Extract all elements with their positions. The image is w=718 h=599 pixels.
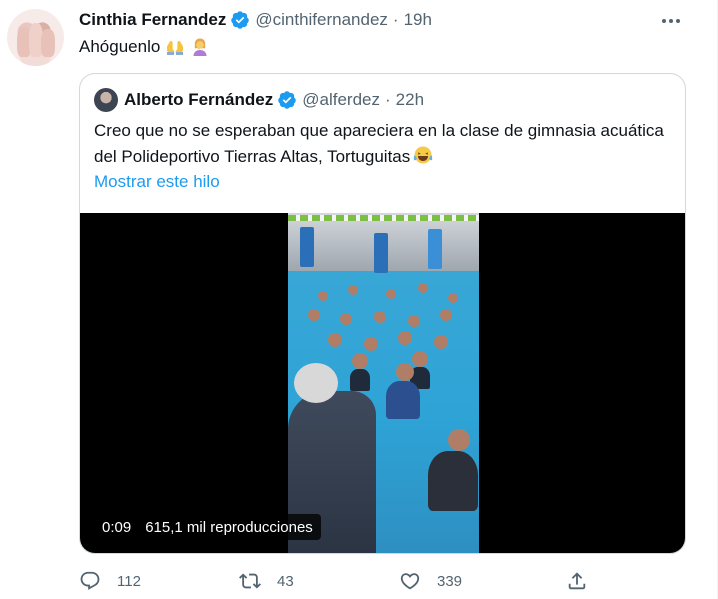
quote-author-name[interactable]: Alberto Fernández xyxy=(124,90,273,110)
share-button[interactable] xyxy=(566,567,604,595)
video-info-badge: 0:09 615,1 mil reproducciones xyxy=(94,514,321,540)
avatar[interactable] xyxy=(7,9,64,66)
video-elapsed: 0:09 xyxy=(102,518,132,536)
quote-text: Creo que no se esperaban que apareciera … xyxy=(94,118,674,170)
reply-icon xyxy=(80,571,100,590)
folded-hands-emoji-icon xyxy=(167,41,184,55)
like-count: 339 xyxy=(437,572,463,590)
quote-text-content: Creo que no se esperaban que apareciera … xyxy=(94,121,664,166)
verified-badge-icon xyxy=(231,11,250,29)
face-with-tears-of-joy-emoji-icon xyxy=(414,146,433,164)
separator: · xyxy=(385,90,391,109)
like-button[interactable]: 339 xyxy=(399,567,462,595)
author-name[interactable]: Cinthia Fernandez xyxy=(79,10,226,30)
tweet-header: Cinthia Fernandez @cinthifernandez · 19h xyxy=(79,9,432,31)
tweet[interactable]: Cinthia Fernandez @cinthifernandez · 19h… xyxy=(0,0,718,599)
woman-facepalming-emoji-icon xyxy=(193,38,207,56)
quote-header: Alberto Fernández @alferdez · 22h xyxy=(94,88,424,112)
show-thread-link[interactable]: Mostrar este hilo xyxy=(94,172,220,192)
video-player[interactable]: 0:09 615,1 mil reproducciones xyxy=(80,213,685,553)
retweet-icon xyxy=(239,573,261,589)
video-frame xyxy=(288,213,479,553)
reply-count: 112 xyxy=(117,572,141,590)
quoted-tweet[interactable]: Alberto Fernández @alferdez · 22h Creo q… xyxy=(79,73,686,554)
tweet-text-content: Ahóguenlo xyxy=(79,37,161,56)
timestamp[interactable]: 19h xyxy=(404,10,432,30)
retweet-count: 43 xyxy=(277,572,294,590)
author-handle[interactable]: @cinthifernandez xyxy=(255,10,388,30)
quote-avatar xyxy=(94,88,118,112)
more-options-icon[interactable] xyxy=(659,12,683,30)
tweet-actions: 112 43 339 xyxy=(79,567,599,595)
video-views: 615,1 mil reproducciones xyxy=(145,518,313,536)
reply-button[interactable]: 112 xyxy=(79,567,141,595)
heart-icon xyxy=(400,573,420,590)
quote-author-handle[interactable]: @alferdez xyxy=(302,90,380,110)
separator: · xyxy=(392,10,399,29)
share-icon xyxy=(568,572,586,590)
retweet-button[interactable]: 43 xyxy=(239,567,294,595)
quote-timestamp[interactable]: 22h xyxy=(396,90,424,110)
tweet-text: Ahóguenlo xyxy=(79,36,210,58)
verified-badge-icon xyxy=(278,91,296,109)
